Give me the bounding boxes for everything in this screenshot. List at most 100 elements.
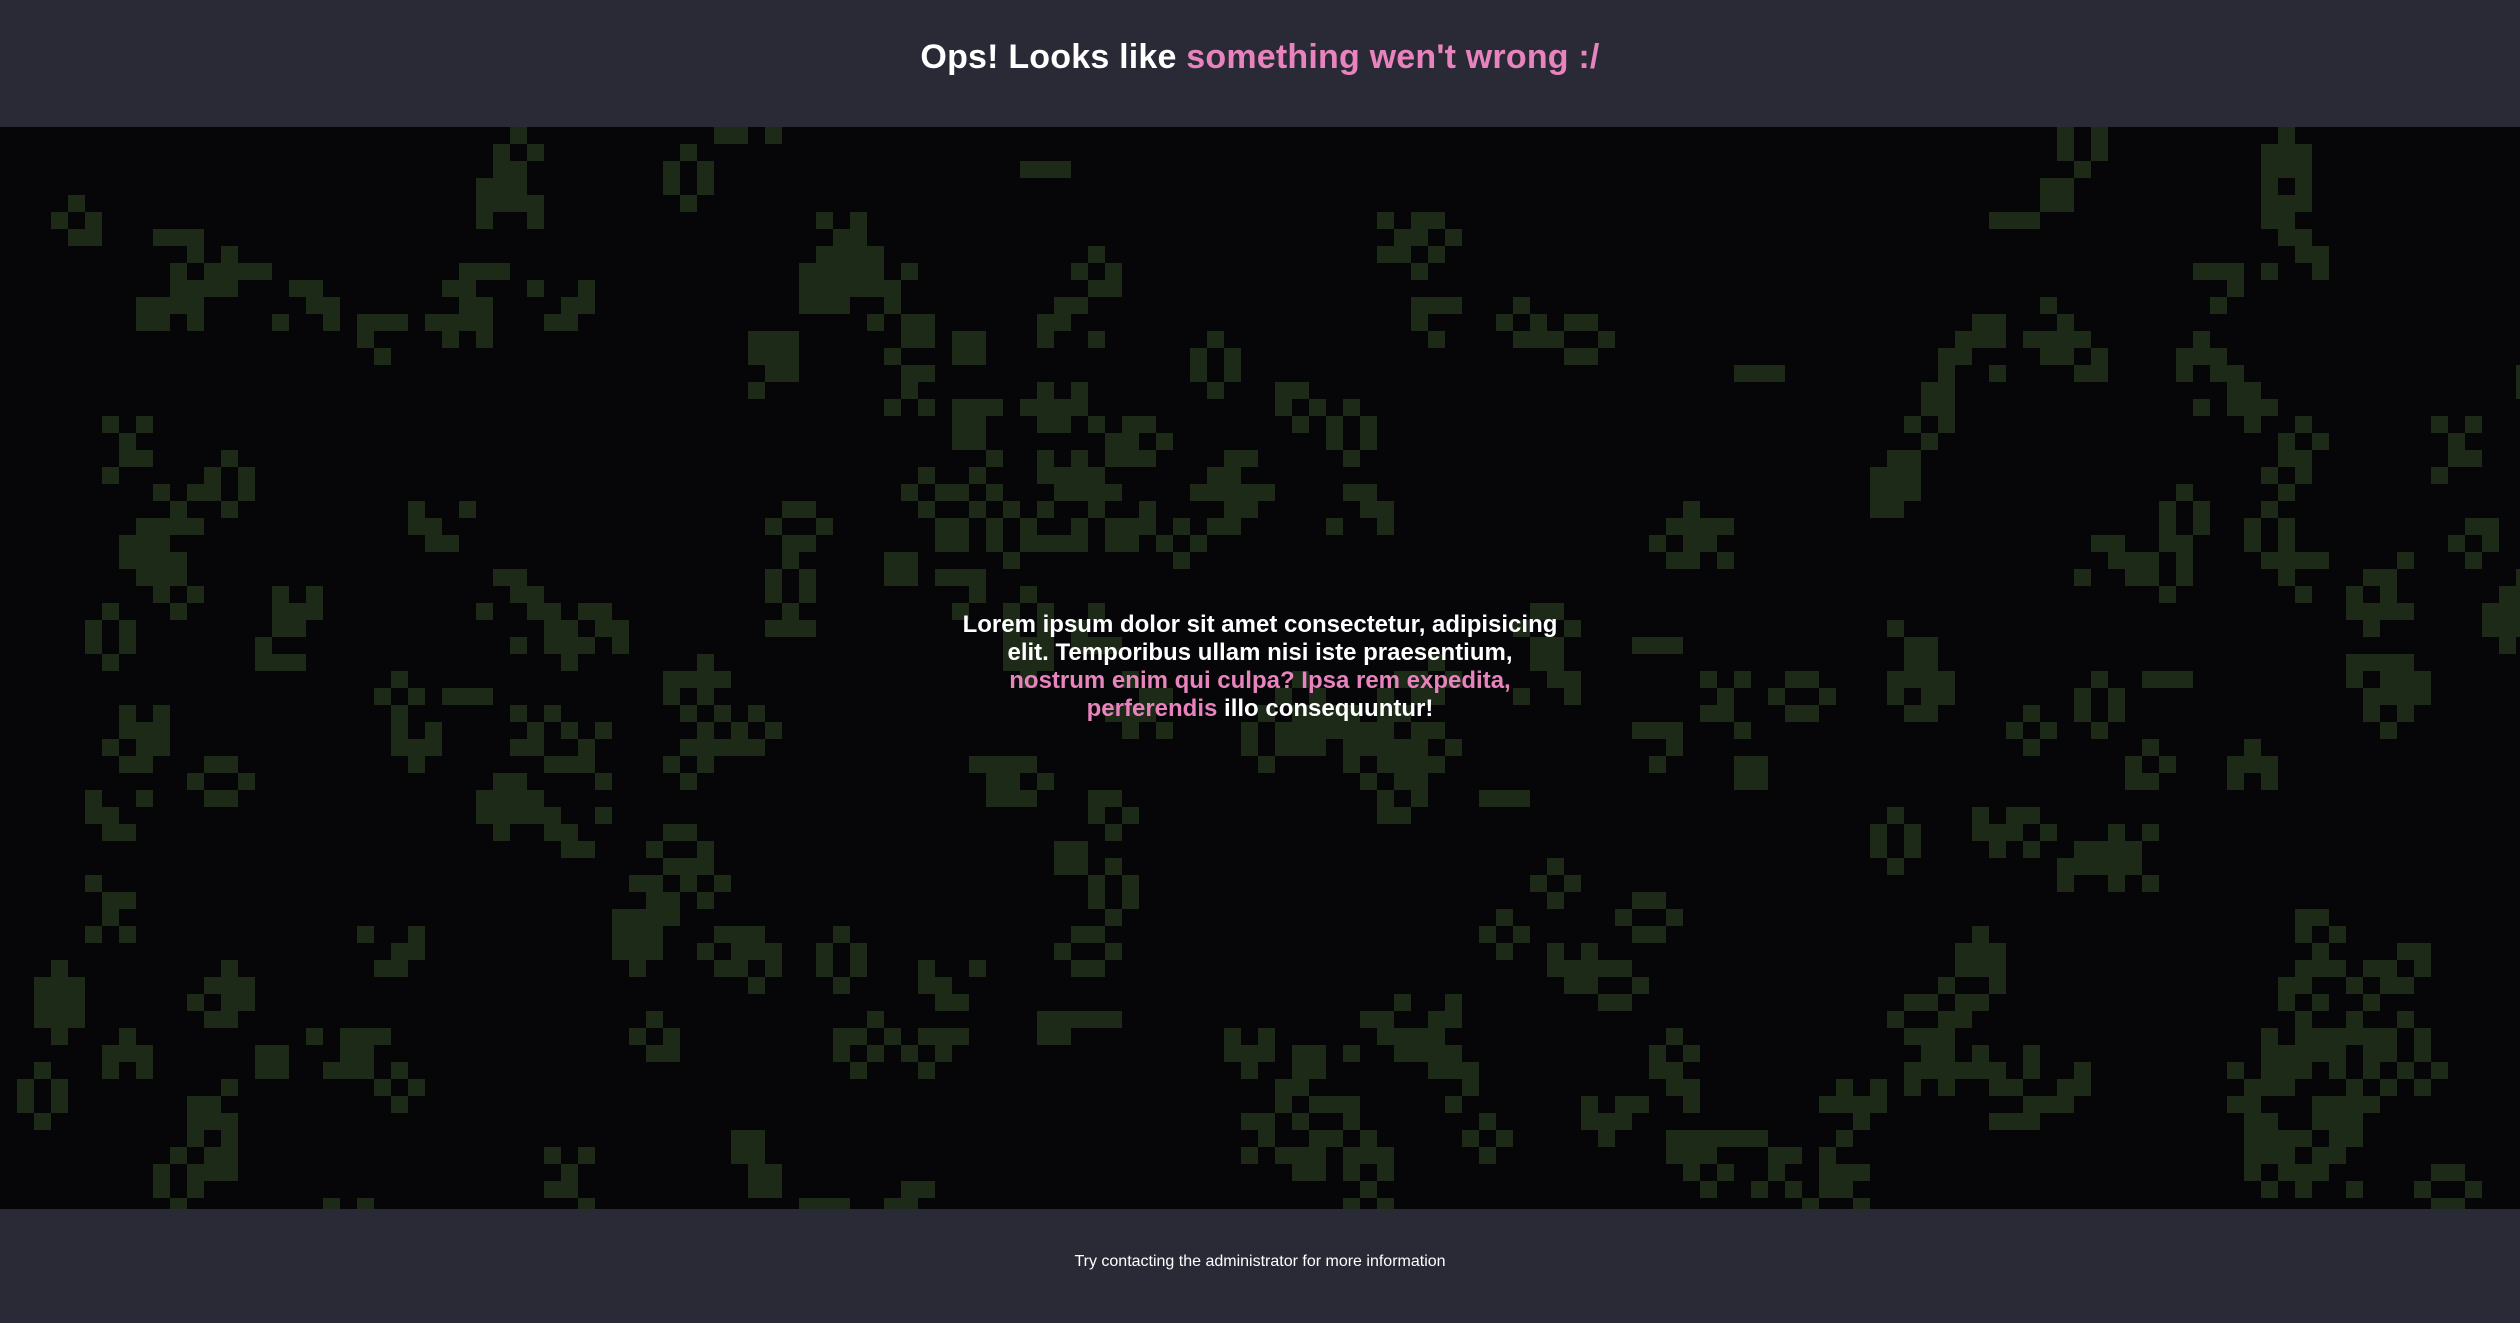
grid-cell	[2091, 535, 2108, 552]
grid-cell	[1921, 688, 1938, 705]
grid-cell	[1088, 416, 1105, 433]
grid-cell	[1343, 399, 1360, 416]
grid-cell	[1683, 552, 1700, 569]
grid-cell	[748, 1147, 765, 1164]
grid-cell	[136, 552, 153, 569]
grid-cell	[1360, 1130, 1377, 1147]
grid-cell	[1088, 807, 1105, 824]
grid-cell	[1938, 688, 1955, 705]
grid-cell	[2261, 195, 2278, 212]
grid-cell	[221, 1079, 238, 1096]
grid-cell	[714, 960, 731, 977]
grid-cell	[1020, 161, 1037, 178]
grid-cell	[2244, 518, 2261, 535]
grid-cell	[2176, 552, 2193, 569]
grid-cell	[1887, 671, 1904, 688]
grid-cell	[2295, 1045, 2312, 1062]
grid-cell	[2278, 1130, 2295, 1147]
grid-cell	[2346, 1079, 2363, 1096]
grid-cell	[2193, 518, 2210, 535]
grid-cell	[102, 416, 119, 433]
grid-cell	[2142, 773, 2159, 790]
grid-cell	[476, 314, 493, 331]
grid-cell	[1241, 1062, 1258, 1079]
grid-cell	[578, 739, 595, 756]
grid-cell	[1309, 1096, 1326, 1113]
grid-cell	[952, 518, 969, 535]
grid-cell	[119, 1028, 136, 1045]
grid-cell	[459, 314, 476, 331]
grid-cell	[1938, 399, 1955, 416]
grid-cell	[816, 280, 833, 297]
grid-cell	[1768, 688, 1785, 705]
grid-cell	[1258, 1028, 1275, 1045]
grid-cell	[1598, 994, 1615, 1011]
grid-cell	[153, 739, 170, 756]
grid-cell	[391, 705, 408, 722]
grid-cell	[2295, 229, 2312, 246]
grid-cell	[1224, 467, 1241, 484]
grid-cell	[952, 416, 969, 433]
grid-cell	[1394, 994, 1411, 1011]
grid-cell	[765, 620, 782, 637]
grid-cell	[187, 1181, 204, 1198]
grid-cell	[833, 229, 850, 246]
grid-cell	[1989, 1062, 2006, 1079]
error-title-highlight: something wen't wrong :/	[1186, 38, 1600, 76]
grid-cell	[901, 331, 918, 348]
grid-cell	[1581, 1113, 1598, 1130]
grid-cell	[2006, 824, 2023, 841]
grid-cell	[1904, 841, 1921, 858]
grid-cell	[680, 773, 697, 790]
grid-cell	[68, 994, 85, 1011]
grid-cell	[238, 467, 255, 484]
grid-cell	[1411, 297, 1428, 314]
grid-cell	[1241, 722, 1258, 739]
grid-cell	[2312, 909, 2329, 926]
grid-cell	[391, 722, 408, 739]
grid-cell	[1989, 824, 2006, 841]
grid-cell	[2363, 1045, 2380, 1062]
grid-cell	[2142, 875, 2159, 892]
grid-cell	[2465, 552, 2482, 569]
grid-cell	[697, 739, 714, 756]
grid-cell	[833, 1028, 850, 1045]
error-title: Ops! Looks like something wen't wrong :/	[920, 38, 1599, 77]
grid-cell	[2431, 1164, 2448, 1181]
grid-cell	[1360, 1147, 1377, 1164]
grid-cell	[2363, 705, 2380, 722]
grid-cell	[2414, 1028, 2431, 1045]
grid-cell	[1887, 501, 1904, 518]
grid-cell	[2091, 858, 2108, 875]
grid-cell	[2397, 654, 2414, 671]
grid-cell	[748, 705, 765, 722]
grid-cell	[187, 297, 204, 314]
grid-cell	[816, 246, 833, 263]
grid-cell	[1938, 1011, 1955, 1028]
grid-cell	[510, 178, 527, 195]
grid-cell	[2465, 450, 2482, 467]
grid-cell	[408, 756, 425, 773]
grid-cell	[2346, 1130, 2363, 1147]
grid-cell	[1071, 1011, 1088, 1028]
grid-cell	[527, 790, 544, 807]
grid-cell	[1360, 433, 1377, 450]
grid-cell	[1785, 1181, 1802, 1198]
grid-cell	[306, 297, 323, 314]
grid-cell	[2312, 246, 2329, 263]
grid-cell	[2312, 1096, 2329, 1113]
grid-cell	[1292, 1164, 1309, 1181]
grid-cell	[1700, 518, 1717, 535]
grid-cell	[2142, 552, 2159, 569]
grid-cell	[2278, 1062, 2295, 1079]
grid-cell	[153, 297, 170, 314]
grid-cell	[2278, 433, 2295, 450]
grid-cell	[799, 1198, 816, 1209]
grid-cell	[357, 1198, 374, 1209]
grid-cell	[1360, 739, 1377, 756]
grid-cell	[1666, 722, 1683, 739]
grid-cell	[238, 263, 255, 280]
grid-cell	[1241, 1045, 1258, 1062]
grid-cell	[2295, 467, 2312, 484]
grid-cell	[2363, 960, 2380, 977]
